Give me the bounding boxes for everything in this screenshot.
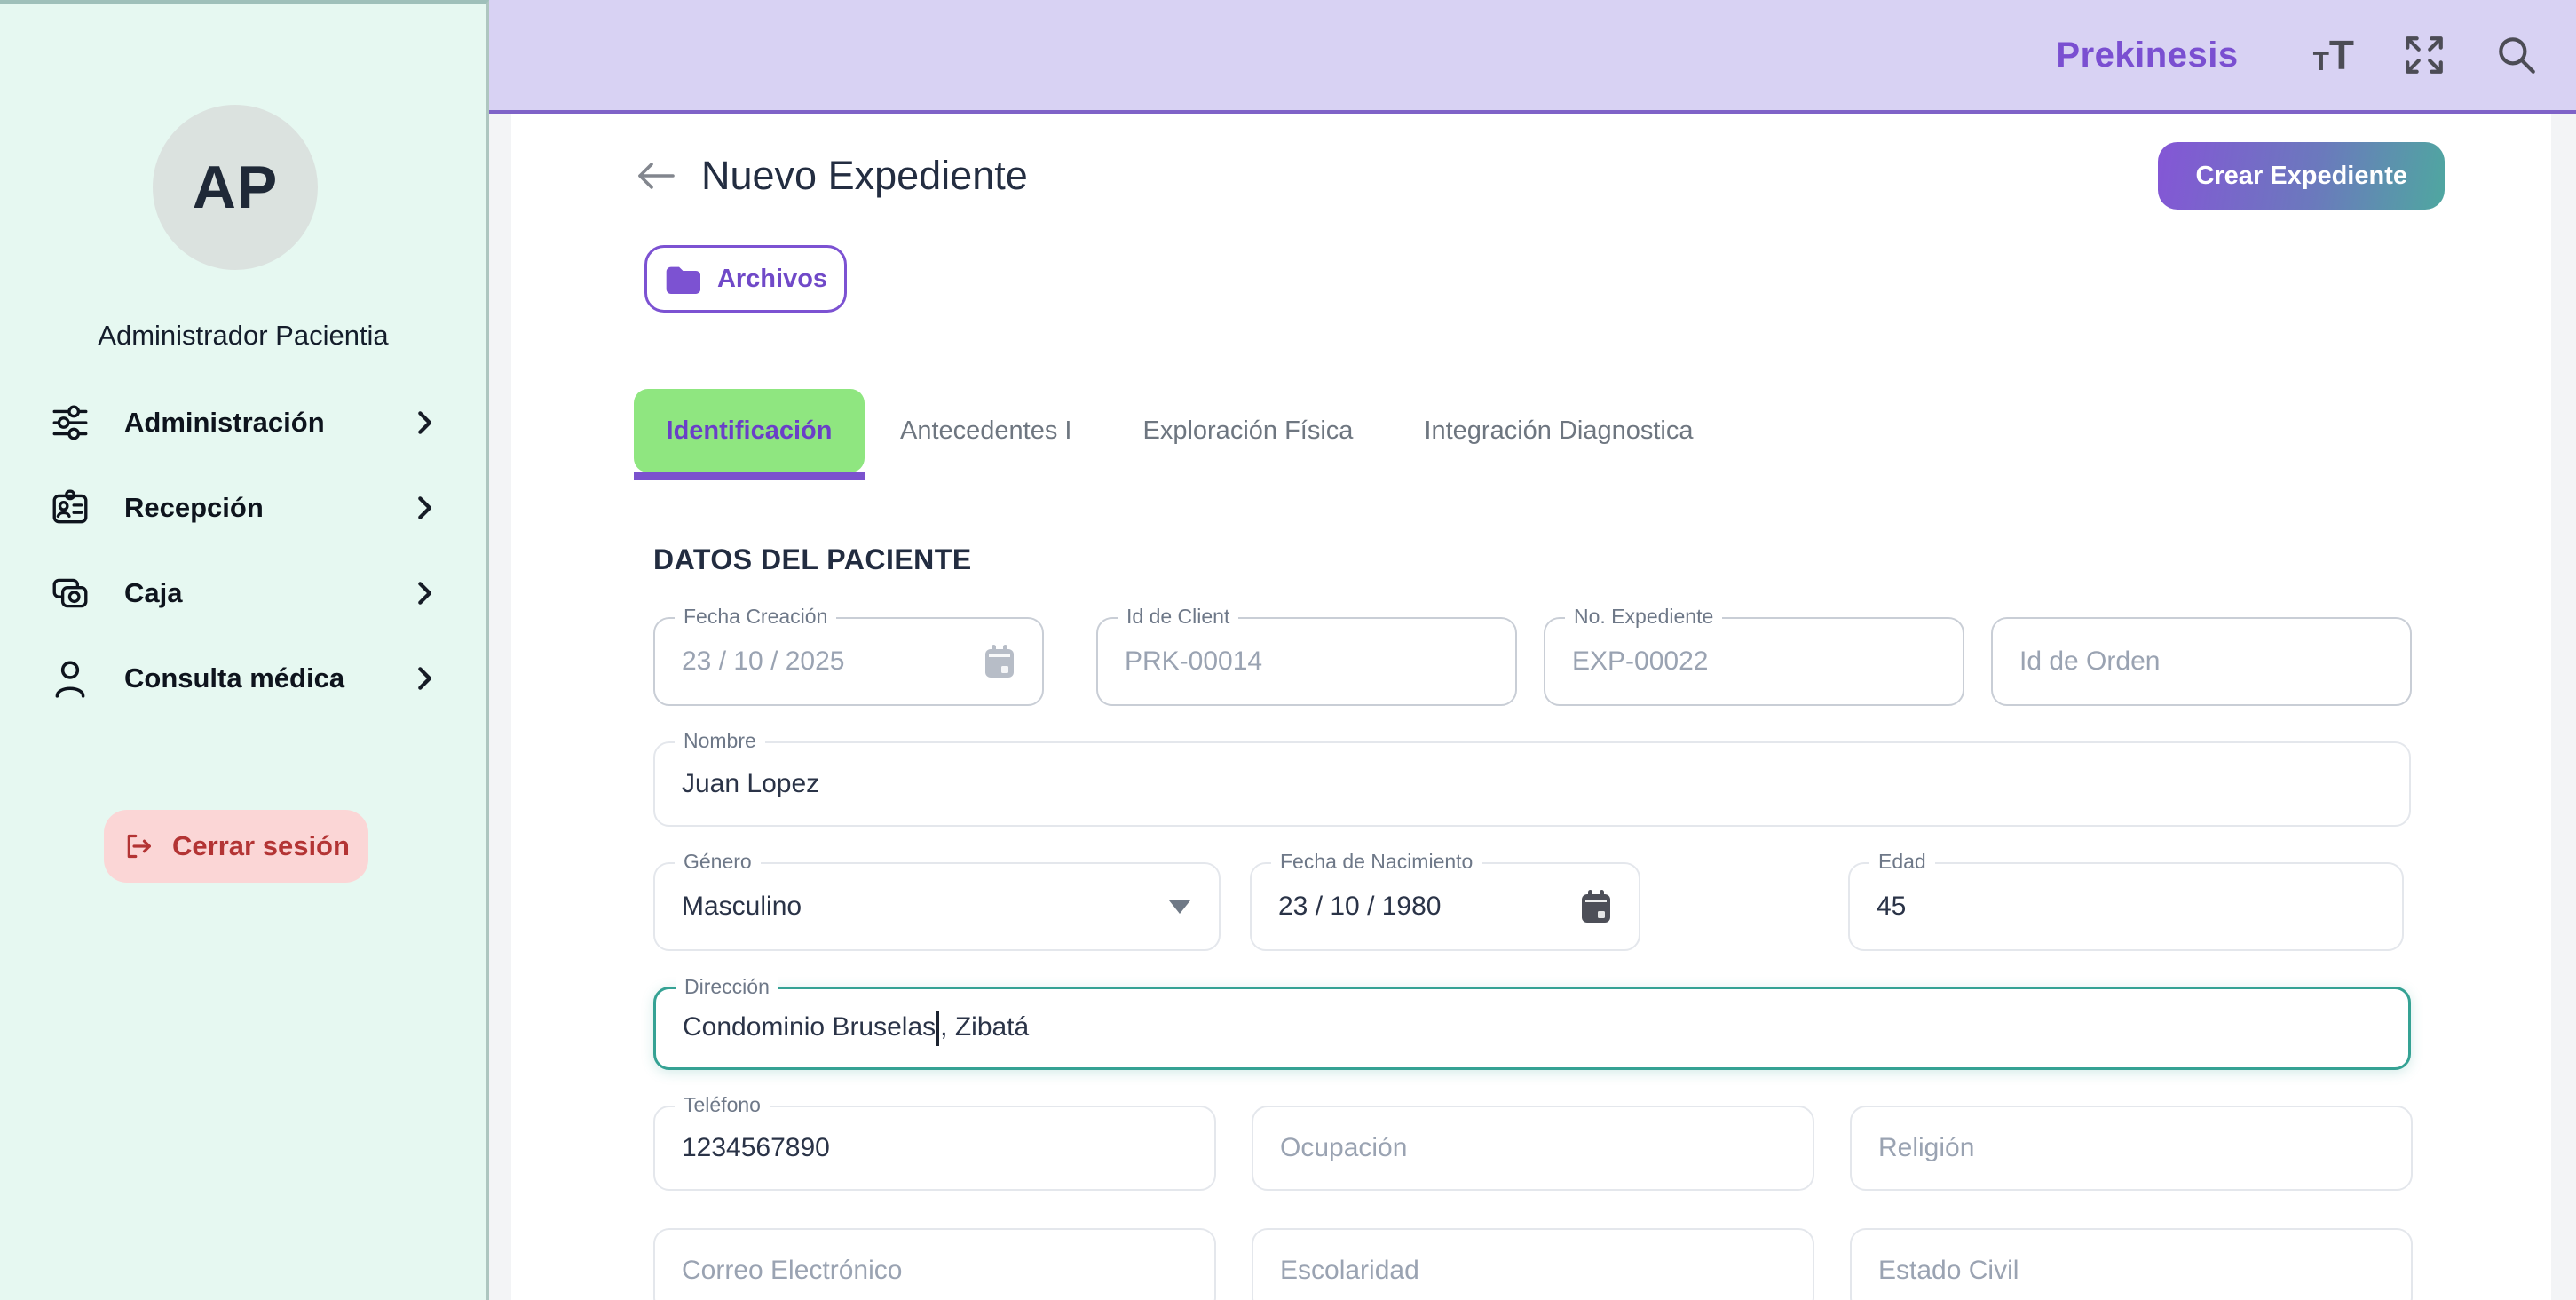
genero-value: Masculino — [682, 892, 802, 922]
calendar-icon[interactable] — [980, 642, 1019, 681]
fecha-creacion-field[interactable]: Fecha Creación 23 / 10 / 2025 — [653, 617, 1044, 706]
genero-label: Género — [675, 850, 761, 874]
topbar: Prekinesis TT — [489, 0, 2576, 114]
logout-label: Cerrar sesión — [172, 830, 350, 862]
escolaridad-placeholder: Escolaridad — [1280, 1256, 1419, 1286]
text-cursor — [936, 1011, 939, 1046]
no-expediente-field[interactable]: No. Expediente EXP-00022 — [1544, 617, 1964, 706]
logout-button[interactable]: Cerrar sesión — [104, 810, 368, 883]
id-cliente-label: Id de Client — [1118, 605, 1238, 629]
logout-icon — [122, 830, 154, 862]
chevron-right-icon — [415, 663, 435, 694]
id-orden-placeholder: Id de Orden — [2019, 646, 2160, 677]
avatar: AP — [153, 105, 318, 270]
create-expediente-button[interactable]: Crear Expediente — [2158, 142, 2445, 210]
fecha-creacion-value: 23 / 10 / 2025 — [682, 646, 845, 677]
back-arrow-icon[interactable] — [634, 160, 676, 192]
user-name: Administrador Pacientia — [0, 320, 486, 352]
escolaridad-field[interactable]: Escolaridad — [1252, 1228, 1814, 1300]
religion-field[interactable]: Religión — [1850, 1106, 2413, 1191]
sliders-icon — [50, 402, 91, 443]
correo-placeholder: Correo Electrónico — [682, 1256, 902, 1286]
religion-placeholder: Religión — [1878, 1133, 1974, 1163]
no-expediente-placeholder: EXP-00022 — [1572, 646, 1708, 677]
genero-select[interactable]: Género Masculino — [653, 862, 1221, 951]
telefono-value: 1234567890 — [682, 1133, 830, 1163]
fullscreen-icon[interactable] — [2402, 33, 2446, 77]
direccion-field[interactable]: Dirección Condominio Bruselas, Zibatá — [653, 987, 2411, 1070]
cash-icon — [50, 573, 91, 614]
active-tab-underline — [634, 472, 865, 480]
tab-bar: Identificación Antecedentes I Exploració… — [634, 389, 2445, 472]
id-cliente-placeholder: PRK-00014 — [1125, 646, 1262, 677]
text-size-icon[interactable]: TT — [2313, 35, 2354, 75]
dropdown-caret-icon — [1169, 900, 1190, 914]
estado-civil-field[interactable]: Estado Civil — [1850, 1228, 2413, 1300]
id-cliente-field[interactable]: Id de Client PRK-00014 — [1096, 617, 1517, 706]
search-icon[interactable] — [2494, 33, 2539, 77]
sidebar-menu: Administración Recepción — [0, 380, 486, 721]
content-panel: Nuevo Expediente Crear Expediente Archiv… — [511, 114, 2551, 1300]
sidebar-item-label: Recepción — [124, 492, 382, 524]
estado-civil-placeholder: Estado Civil — [1878, 1256, 2019, 1286]
chevron-right-icon — [415, 493, 435, 523]
no-expediente-label: No. Expediente — [1565, 605, 1722, 629]
ocupacion-placeholder: Ocupación — [1280, 1133, 1407, 1163]
fecha-nacimiento-field[interactable]: Fecha de Nacimiento 23 / 10 / 1980 — [1250, 862, 1640, 951]
edad-value: 45 — [1877, 892, 1906, 922]
person-icon — [50, 658, 91, 699]
sidebar-item-label: Administración — [124, 407, 382, 439]
telefono-label: Teléfono — [675, 1093, 770, 1117]
fecha-nacimiento-label: Fecha de Nacimiento — [1271, 850, 1482, 874]
sidebar-item-recepcion[interactable]: Recepción — [0, 465, 486, 551]
edad-label: Edad — [1869, 850, 1935, 874]
direccion-label: Dirección — [676, 975, 778, 999]
chevron-right-icon — [415, 578, 435, 608]
sidebar-item-label: Caja — [124, 577, 382, 609]
direccion-value: Condominio Bruselas, Zibatá — [683, 1011, 1029, 1046]
chevron-right-icon — [415, 408, 435, 438]
nombre-label: Nombre — [675, 729, 765, 753]
tab-identificacion[interactable]: Identificación — [634, 389, 865, 472]
app-root: Prekinesis TT AP Administrador Pacientia — [0, 0, 2576, 1300]
files-button[interactable]: Archivos — [644, 245, 847, 313]
calendar-icon[interactable] — [1576, 887, 1616, 926]
sidebar-item-consulta-medica[interactable]: Consulta médica — [0, 636, 486, 721]
tab-integracion-diagnostica[interactable]: Integración Diagnostica — [1388, 389, 1728, 472]
folder-icon — [664, 264, 701, 294]
sidebar-item-caja[interactable]: Caja — [0, 551, 486, 636]
tab-exploracion-fisica[interactable]: Exploración Física — [1107, 389, 1388, 472]
id-orden-field[interactable]: Id de Orden — [1991, 617, 2412, 706]
sidebar: AP Administrador Pacientia Administració… — [0, 0, 489, 1300]
main-area: Nuevo Expediente Crear Expediente Archiv… — [492, 114, 2576, 1300]
sidebar-item-label: Consulta médica — [124, 662, 382, 694]
fecha-nacimiento-value: 23 / 10 / 1980 — [1278, 892, 1442, 922]
tab-antecedentes[interactable]: Antecedentes I — [865, 389, 1107, 472]
correo-field[interactable]: Correo Electrónico — [653, 1228, 1216, 1300]
nombre-field[interactable]: Nombre Juan Lopez — [653, 741, 2411, 827]
page-header: Nuevo Expediente Crear Expediente — [634, 142, 2445, 210]
nombre-value: Juan Lopez — [682, 769, 819, 799]
patient-form: DATOS DEL PACIENTE Fecha Creación 23 / 1… — [634, 543, 2445, 1300]
ocupacion-field[interactable]: Ocupación — [1252, 1106, 1814, 1191]
edad-field[interactable]: Edad 45 — [1848, 862, 2404, 951]
sidebar-item-administracion[interactable]: Administración — [0, 380, 486, 465]
page-title: Nuevo Expediente — [701, 153, 1028, 199]
fecha-creacion-label: Fecha Creación — [675, 605, 836, 629]
section-title: DATOS DEL PACIENTE — [653, 543, 2425, 576]
id-badge-icon — [50, 488, 91, 528]
files-button-label: Archivos — [717, 265, 827, 294]
telefono-field[interactable]: Teléfono 1234567890 — [653, 1106, 1216, 1191]
brand-title: Prekinesis — [2056, 36, 2238, 75]
